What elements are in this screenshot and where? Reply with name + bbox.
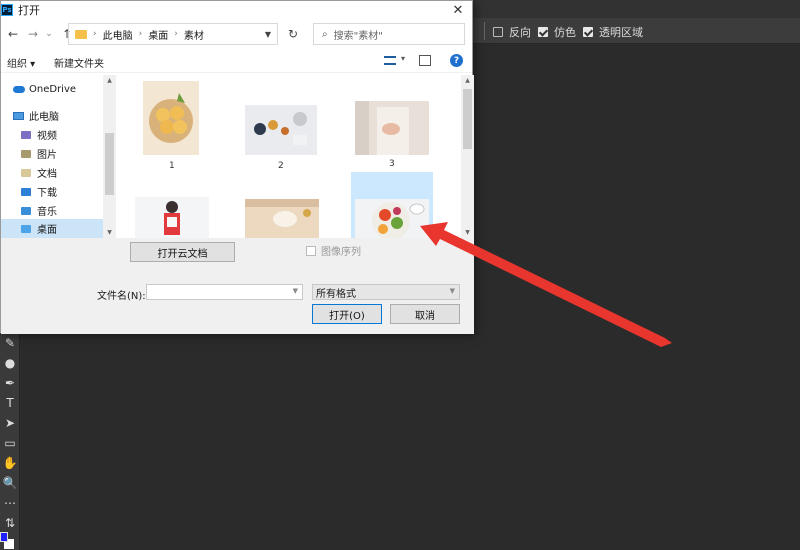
filename-input[interactable]: ▼ [146, 284, 303, 300]
picture-folder-icon [21, 149, 31, 158]
preview-pane-icon[interactable] [419, 55, 431, 66]
foreground-color-swatch[interactable] [0, 532, 8, 542]
dialog-title: 打开 [18, 4, 40, 17]
image-sequence-option[interactable]: 图像序列 [306, 243, 361, 258]
checkbox-transparency[interactable] [583, 27, 593, 37]
breadcrumb-this-pc[interactable]: 此电脑 [103, 27, 133, 42]
option-transparency[interactable]: 透明区域 [583, 24, 643, 40]
sidebar-item-pictures[interactable]: 图片 [1, 144, 103, 163]
scroll-up-icon[interactable]: ▲ [461, 77, 474, 84]
close-button[interactable]: ✕ [450, 1, 466, 19]
type-tool-icon[interactable]: T [0, 393, 20, 413]
hand-tool-icon[interactable]: ✋ [0, 453, 20, 473]
option-invert[interactable]: 反向 [493, 24, 531, 40]
sidebar-item-downloads[interactable]: 下载 [1, 182, 103, 201]
photoshop-options-bar: 反向 仿色 透明区域 [473, 18, 800, 44]
folder-icon [75, 29, 87, 39]
thumbnail-bowl [245, 199, 319, 238]
search-placeholder: 搜索"素材" [333, 30, 383, 42]
video-folder-icon [21, 130, 31, 139]
breadcrumb-materials[interactable]: 素材 [184, 27, 204, 42]
option-divider [484, 22, 485, 40]
file-list-scrollbar[interactable]: ▲ ▼ [461, 75, 474, 238]
checkbox-dither[interactable] [538, 27, 548, 37]
file-item-5[interactable] [245, 199, 319, 238]
scroll-down-icon[interactable]: ▼ [103, 229, 116, 236]
option-dither[interactable]: 仿色 [538, 24, 576, 40]
image-sequence-checkbox[interactable] [306, 245, 316, 256]
refresh-icon[interactable]: ↻ [283, 23, 303, 45]
sidebar-item-videos[interactable]: 视频 [1, 125, 103, 144]
navigation-bar: ← → ⌄ ↑ › 此电脑 › 桌面 › 素材 ▼ ↻ ⌕ 搜索"素材" [1, 19, 472, 49]
address-bar[interactable]: › 此电脑 › 桌面 › 素材 ▼ [68, 23, 278, 45]
help-icon[interactable]: ? [450, 54, 463, 67]
dialog-titlebar: Ps 打开 ✕ [1, 1, 472, 19]
search-input[interactable]: ⌕ 搜索"素材" [313, 23, 465, 45]
thumbnail-hands [355, 101, 429, 155]
dialog-footer: 打开云文档 图像序列 文件名(N): ▼ 所有格式 ▼ 打开(O) 取消 [1, 238, 474, 334]
cancel-button[interactable]: 取消 [390, 304, 460, 324]
sidebar-item-desktop[interactable]: 桌面 [1, 219, 103, 238]
navigation-scrollbar[interactable]: ▲ ▼ [103, 75, 116, 238]
brush-tool-icon[interactable]: ✎ [0, 333, 20, 353]
zoom-tool-icon[interactable]: 🔍 [0, 473, 20, 493]
rectangle-tool-icon[interactable]: ▭ [0, 433, 20, 453]
open-cloud-document-button[interactable]: 打开云文档 [130, 242, 235, 262]
photoshop-toolbar: ✎ ● ✒ T ➤ ▭ ✋ 🔍 ⋯ ⇅ [0, 333, 20, 550]
view-mode-icon[interactable] [384, 56, 396, 65]
back-arrow-icon[interactable]: ← [5, 27, 21, 41]
thumbnail-person [135, 197, 209, 238]
scroll-up-icon[interactable]: ▲ [103, 77, 116, 84]
photoshop-app-icon: Ps [1, 4, 13, 16]
swap-colors-icon[interactable]: ⇅ [0, 513, 20, 533]
file-item-1[interactable]: 1 [143, 81, 203, 173]
chevron-down-icon[interactable]: ▼ [265, 30, 271, 39]
more-tools-icon[interactable]: ⋯ [0, 493, 20, 513]
search-icon: ⌕ [322, 28, 328, 40]
navigation-pane: OneDrive 此电脑 视频 图片 文档 下载 音乐 桌面 ▲ ▼ [1, 75, 116, 238]
thumbnail-fruit-plate [355, 199, 429, 238]
file-format-select[interactable]: 所有格式 ▼ [312, 284, 460, 300]
recent-locations-icon[interactable]: ⌄ [41, 29, 57, 39]
cloud-icon [13, 86, 25, 93]
chevron-down-icon[interactable]: ▼ [293, 287, 298, 295]
file-item-3[interactable]: 3 [355, 101, 429, 173]
open-button[interactable]: 打开(O) [312, 304, 382, 324]
thumbnail-macarons [143, 81, 199, 155]
filename-label: 文件名(N): [97, 291, 146, 302]
breadcrumb-desktop[interactable]: 桌面 [148, 27, 168, 42]
file-list: 1 2 3 [119, 75, 474, 238]
checkbox-invert[interactable] [493, 27, 503, 37]
file-item-2[interactable]: 2 [245, 105, 317, 173]
document-folder-icon [21, 168, 31, 177]
photoshop-menubar [473, 0, 800, 18]
stamp-tool-icon[interactable]: ● [0, 353, 20, 373]
file-item-4[interactable] [135, 197, 209, 238]
file-item-6[interactable] [351, 172, 433, 238]
file-name: 3 [389, 159, 395, 169]
thumbnail-tea-table [245, 105, 317, 155]
file-name: 2 [278, 161, 284, 171]
pen-tool-icon[interactable]: ✒ [0, 373, 20, 393]
computer-icon [13, 111, 24, 120]
sidebar-item-onedrive[interactable]: OneDrive [1, 80, 103, 99]
sidebar-item-music[interactable]: 音乐 [1, 201, 103, 220]
scrollbar-thumb[interactable] [105, 133, 114, 195]
download-folder-icon [21, 187, 31, 196]
file-name: 1 [169, 161, 175, 171]
scrollbar-thumb[interactable] [463, 89, 472, 149]
command-bar: 组织 ▾ 新建文件夹 ▾ ? [1, 49, 472, 73]
forward-arrow-icon[interactable]: → [25, 27, 41, 41]
scroll-down-icon[interactable]: ▼ [461, 229, 474, 236]
desktop-folder-icon [21, 224, 31, 233]
new-folder-button[interactable]: 新建文件夹 [54, 55, 104, 70]
sidebar-item-documents[interactable]: 文档 [1, 163, 103, 182]
music-folder-icon [21, 206, 31, 215]
path-select-tool-icon[interactable]: ➤ [0, 413, 20, 433]
chevron-down-icon[interactable]: ▼ [450, 287, 455, 295]
organize-menu[interactable]: 组织 ▾ [7, 55, 35, 70]
sidebar-item-this-pc[interactable]: 此电脑 [1, 106, 103, 125]
view-options-dropdown[interactable]: ▾ [401, 54, 405, 63]
open-file-dialog: Ps 打开 ✕ ← → ⌄ ↑ › 此电脑 › 桌面 › 素材 ▼ ↻ ⌕ 搜索… [0, 0, 474, 334]
